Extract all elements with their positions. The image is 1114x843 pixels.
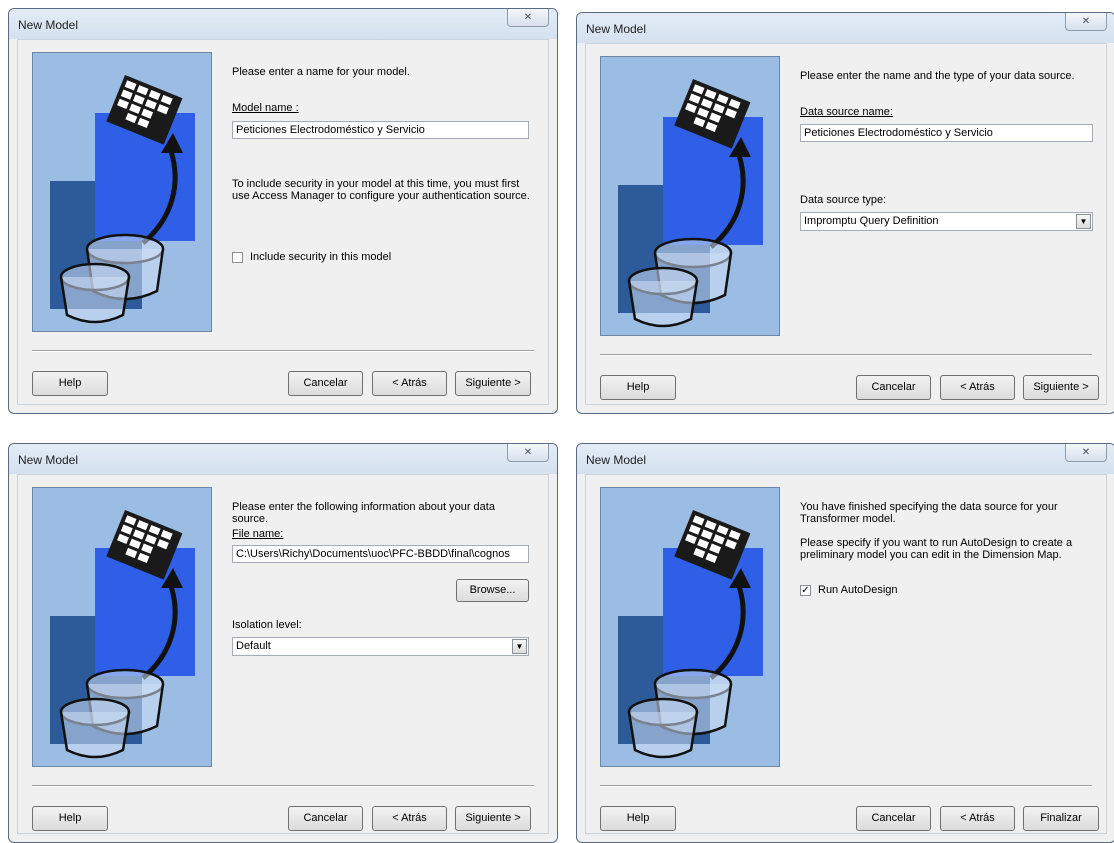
dialog-body: Please enter a name for your model. Mode… — [17, 39, 549, 405]
model-name-label: Model name : — [232, 102, 299, 114]
wizard-illustration — [600, 56, 780, 336]
cancel-button[interactable]: Cancelar — [856, 375, 931, 400]
data-source-type-select[interactable]: Impromptu Query Definition ▼ — [800, 212, 1093, 231]
next-button[interactable]: Siguiente > — [455, 806, 531, 831]
dialog-title: New Model — [18, 453, 79, 467]
checkbox-icon[interactable] — [232, 252, 243, 263]
back-button[interactable]: < Atrás — [372, 371, 447, 396]
finish-button[interactable]: Finalizar — [1023, 806, 1099, 831]
wizard-illustration — [32, 487, 212, 767]
back-button[interactable]: < Atrás — [372, 806, 447, 831]
data-source-name-input[interactable]: Peticiones Electrodoméstico y Servicio — [800, 124, 1093, 142]
include-security-label: Include security in this model — [250, 251, 392, 263]
new-model-dialog-1: New Model ✕ Please enter a name for your… — [8, 8, 558, 414]
instruction-text: You have finished specifying the data so… — [800, 501, 1058, 525]
title-bar: New Model ✕ — [9, 444, 557, 474]
autodesign-note: Please specify if you want to run AutoDe… — [800, 537, 1073, 561]
close-icon[interactable]: ✕ — [1065, 444, 1107, 462]
divider — [600, 354, 1092, 356]
divider — [600, 785, 1092, 787]
back-button[interactable]: < Atrás — [940, 375, 1015, 400]
instruction-text: Please enter the name and the type of yo… — [800, 70, 1075, 82]
cancel-button[interactable]: Cancelar — [288, 371, 363, 396]
isolation-level-value: Default — [236, 640, 271, 652]
data-source-type-label: Data source type: — [800, 194, 887, 206]
isolation-level-label: Isolation level: — [232, 619, 302, 631]
browse-button[interactable]: Browse... — [456, 579, 529, 602]
title-bar: New Model ✕ — [9, 9, 557, 39]
model-name-input[interactable]: Peticiones Electrodoméstico y Servicio — [232, 121, 529, 139]
new-model-dialog-3: New Model ✕ Please enter the following i… — [8, 443, 558, 843]
data-source-name-label: Data source name: — [800, 106, 893, 118]
new-model-dialog-2: New Model ✕ Please enter the name and th… — [576, 12, 1114, 414]
close-icon[interactable]: ✕ — [1065, 13, 1107, 31]
new-model-dialog-4: New Model ✕ You have finished specifying… — [576, 443, 1114, 843]
help-button[interactable]: Help — [600, 375, 676, 400]
cancel-button[interactable]: Cancelar — [288, 806, 363, 831]
dialog-body: Please enter the following information a… — [17, 474, 549, 834]
help-button[interactable]: Help — [32, 806, 108, 831]
title-bar: New Model ✕ — [577, 13, 1114, 43]
instruction-text: Please enter a name for your model. — [232, 66, 410, 78]
close-icon[interactable]: ✕ — [507, 9, 549, 27]
divider — [32, 785, 534, 787]
next-button[interactable]: Siguiente > — [1023, 375, 1099, 400]
checkbox-checked-icon[interactable]: ✓ — [800, 585, 811, 596]
isolation-level-select[interactable]: Default ▼ — [232, 637, 529, 656]
data-source-type-value: Impromptu Query Definition — [804, 215, 939, 227]
back-button[interactable]: < Atrás — [940, 806, 1015, 831]
divider — [32, 350, 534, 352]
dialog-body: Please enter the name and the type of yo… — [585, 43, 1107, 405]
wizard-illustration — [32, 52, 212, 332]
file-name-label: File name: — [232, 528, 284, 540]
dialog-title: New Model — [18, 18, 79, 32]
run-autodesign-label: Run AutoDesign — [818, 584, 898, 596]
security-note: To include security in your model at thi… — [232, 178, 530, 202]
file-name-input[interactable]: C:\Users\Richy\Documents\uoc\PFC-BBDD\fi… — [232, 545, 529, 563]
dropdown-arrow-icon[interactable]: ▼ — [1076, 214, 1091, 229]
help-button[interactable]: Help — [600, 806, 676, 831]
instruction-text: Please enter the following information a… — [232, 501, 495, 525]
title-bar: New Model ✕ — [577, 444, 1114, 474]
next-button[interactable]: Siguiente > — [455, 371, 531, 396]
dialog-title: New Model — [586, 453, 647, 467]
dialog-body: You have finished specifying the data so… — [585, 474, 1107, 834]
cancel-button[interactable]: Cancelar — [856, 806, 931, 831]
wizard-illustration — [600, 487, 780, 767]
help-button[interactable]: Help — [32, 371, 108, 396]
close-icon[interactable]: ✕ — [507, 444, 549, 462]
dialog-title: New Model — [586, 22, 647, 36]
dropdown-arrow-icon[interactable]: ▼ — [512, 639, 527, 654]
